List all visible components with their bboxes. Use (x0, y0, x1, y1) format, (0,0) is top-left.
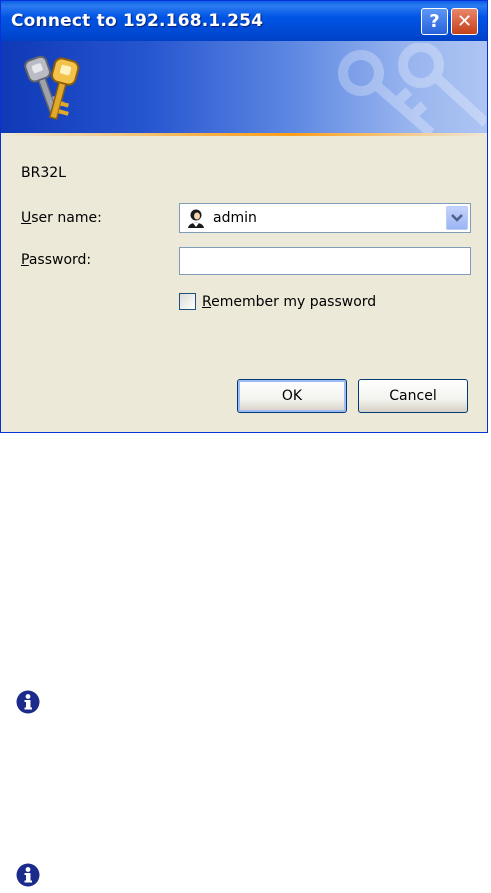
info-icon (16, 690, 40, 714)
username-label-accel: U (21, 210, 32, 226)
password-label-text: assword: (28, 252, 92, 268)
username-label-text: ser name: (31, 210, 102, 226)
username-label: User name: (21, 210, 102, 226)
title-bar[interactable]: Connect to 192.168.1.254 ? ✕ (1, 1, 487, 41)
password-label-accel: P (21, 252, 29, 268)
banner-divider (1, 133, 487, 136)
remember-password-checkbox[interactable] (179, 293, 196, 310)
ok-button[interactable]: OK (237, 379, 347, 413)
username-value: admin (213, 210, 257, 226)
keys-watermark-icon (338, 43, 486, 133)
close-button[interactable]: ✕ (451, 8, 478, 35)
help-button[interactable]: ? (421, 8, 448, 35)
chevron-down-icon (451, 214, 463, 222)
dialog-banner (1, 41, 487, 133)
keys-icon (24, 55, 80, 120)
remember-password-label[interactable]: Remember my password (202, 294, 376, 310)
remember-label-text: emember my password (211, 294, 377, 310)
password-label: Password: (21, 252, 91, 268)
info-icon (16, 863, 40, 887)
username-combobox[interactable]: admin (179, 203, 471, 233)
login-dialog: Connect to 192.168.1.254 ? ✕ BR32L User … (0, 0, 488, 433)
close-icon: ✕ (456, 11, 473, 32)
server-name: BR32L (21, 165, 66, 181)
help-icon: ? (429, 11, 440, 32)
remember-label-accel: R (202, 294, 212, 310)
password-field[interactable] (179, 247, 471, 275)
cancel-button[interactable]: Cancel (358, 379, 468, 413)
dialog-title: Connect to 192.168.1.254 (11, 11, 264, 31)
user-icon (188, 209, 204, 228)
dropdown-button[interactable] (446, 206, 468, 230)
